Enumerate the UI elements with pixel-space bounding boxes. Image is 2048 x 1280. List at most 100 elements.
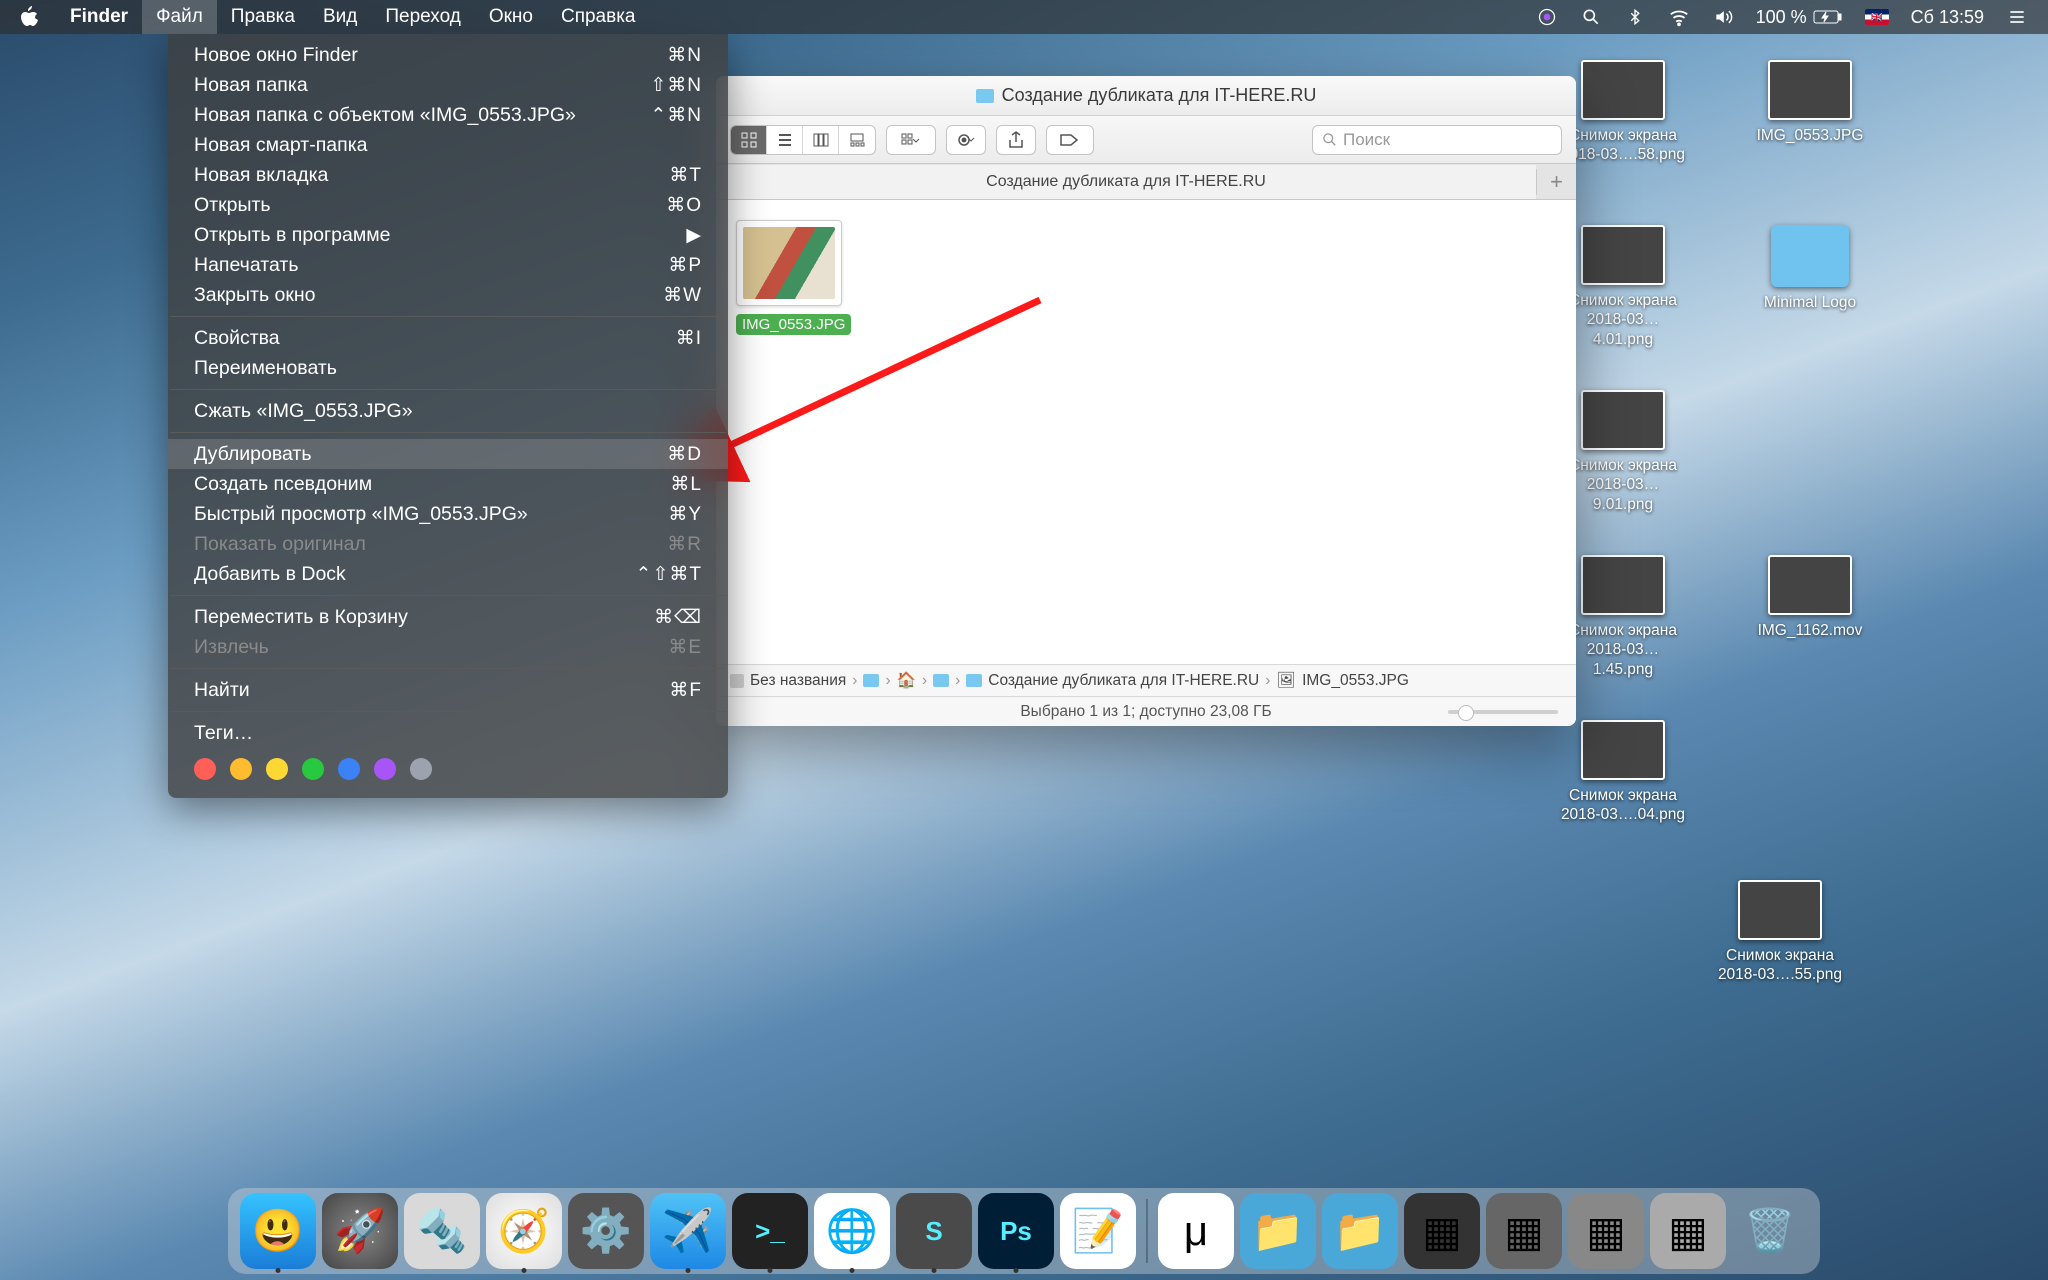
menu-item[interactable]: Быстрый просмотр «IMG_0553.JPG»⌘Y — [168, 499, 728, 529]
desktop-item[interactable]: Снимок экрана2018-03….55.png — [1715, 880, 1845, 985]
tags-button[interactable] — [1046, 125, 1094, 155]
new-tab-button[interactable]: + — [1536, 169, 1576, 195]
clock[interactable]: Сб 13:59 — [1911, 7, 1984, 28]
menu-item[interactable]: Новое окно Finder⌘N — [168, 40, 728, 70]
dock-folder1[interactable]: 📁 — [1240, 1193, 1316, 1269]
dock-stack3[interactable]: ▦ — [1650, 1193, 1726, 1269]
desktop-item[interactable]: IMG_1162.mov — [1745, 555, 1875, 640]
menu-item[interactable]: Закрыть окно⌘W — [168, 280, 728, 310]
tag-row — [168, 748, 728, 784]
dock-settings[interactable]: ⚙️ — [568, 1193, 644, 1269]
dock-drill[interactable]: 🔩 — [404, 1193, 480, 1269]
menu-Вид[interactable]: Вид — [309, 0, 371, 34]
dock-photoshop[interactable]: Ps — [978, 1193, 1054, 1269]
menu-item[interactable]: Создать псевдоним⌘L — [168, 469, 728, 499]
menu-item[interactable]: Новая папка⇧⌘N — [168, 70, 728, 100]
tab[interactable]: Создание дубликата для IT-HERE.RU — [716, 165, 1536, 199]
dock-safari[interactable]: 🧭 — [486, 1193, 562, 1269]
volume-icon[interactable] — [1712, 6, 1734, 28]
titlebar[interactable]: Создание дубликата для IT-HERE.RU — [716, 76, 1576, 116]
tag-color[interactable] — [302, 758, 324, 780]
dock-folder3[interactable]: ▦ — [1404, 1193, 1480, 1269]
view-list-button[interactable] — [767, 126, 803, 154]
dock-utorrent[interactable]: μ — [1158, 1193, 1234, 1269]
apple-icon[interactable] — [18, 5, 42, 29]
app-name[interactable]: Finder — [56, 6, 142, 28]
menubar: Finder ФайлПравкаВидПереходОкноСправка 1… — [0, 0, 2048, 34]
dock-terminal[interactable]: >_ — [732, 1193, 808, 1269]
battery-indicator[interactable]: 100 % — [1756, 7, 1843, 28]
menu-item[interactable]: Переименовать — [168, 353, 728, 383]
tag-color[interactable] — [194, 758, 216, 780]
menu-item[interactable]: Дублировать⌘D — [168, 439, 728, 469]
desktop-item[interactable]: IMG_0553.JPG — [1745, 60, 1875, 145]
siri-icon[interactable] — [1536, 6, 1558, 28]
search-placeholder: Поиск — [1343, 130, 1390, 150]
folder-icon — [976, 89, 994, 103]
dock-stack2[interactable]: ▦ — [1568, 1193, 1644, 1269]
menu-item[interactable]: Сжать «IMG_0553.JPG» — [168, 396, 728, 426]
dock-trash[interactable]: 🗑️ — [1732, 1193, 1808, 1269]
file-name[interactable]: IMG_0553.JPG — [736, 314, 851, 335]
tag-color[interactable] — [266, 758, 288, 780]
path-root[interactable]: Без названия — [750, 672, 846, 690]
dock-folder2[interactable]: 📁 — [1322, 1193, 1398, 1269]
path-folder[interactable]: Создание дубликата для IT-HERE.RU — [988, 672, 1259, 690]
desktop-item[interactable]: Снимок экрана2018-03…1.45.png — [1558, 555, 1688, 679]
status-bar: Выбрано 1 из 1; доступно 23,08 ГБ — [716, 696, 1576, 726]
desktop-item[interactable]: Снимок экрана2018-03….58.png — [1558, 60, 1688, 165]
lang-indicator[interactable]: 🇬🇧 — [1865, 9, 1889, 25]
zoom-slider[interactable] — [1448, 710, 1558, 714]
arrange-button[interactable] — [887, 126, 935, 154]
menu-item: Показать оригинал⌘R — [168, 529, 728, 559]
wifi-icon[interactable] — [1668, 6, 1690, 28]
menu-item[interactable]: Открыть⌘O — [168, 190, 728, 220]
tag-color[interactable] — [338, 758, 360, 780]
view-gallery-button[interactable] — [839, 126, 875, 154]
folder-icon — [933, 674, 949, 687]
menu-icon[interactable] — [2006, 6, 2028, 28]
tag-color[interactable] — [410, 758, 432, 780]
dock-textedit[interactable]: 📝 — [1060, 1193, 1136, 1269]
view-icons-button[interactable] — [731, 126, 767, 154]
dock-sublime[interactable]: S — [896, 1193, 972, 1269]
menu-Справка[interactable]: Справка — [547, 0, 650, 34]
bluetooth-icon[interactable] — [1624, 6, 1646, 28]
desktop-item[interactable]: Снимок экрана2018-03…4.01.png — [1558, 225, 1688, 349]
dock-telegram[interactable]: ✈️ — [650, 1193, 726, 1269]
menu-item[interactable]: Теги… — [168, 718, 728, 748]
menu-item[interactable]: Новая вкладка⌘T — [168, 160, 728, 190]
dock-finder[interactable]: 😃 — [240, 1193, 316, 1269]
path-file[interactable]: IMG_0553.JPG — [1302, 672, 1409, 690]
dock-stack1[interactable]: ▦ — [1486, 1193, 1562, 1269]
view-columns-button[interactable] — [803, 126, 839, 154]
desktop-item[interactable]: Снимок экрана2018-03….04.png — [1558, 720, 1688, 825]
tag-color[interactable] — [230, 758, 252, 780]
menu-item[interactable]: Найти⌘F — [168, 675, 728, 705]
dock-launchpad[interactable]: 🚀 — [322, 1193, 398, 1269]
menu-item[interactable]: Свойства⌘I — [168, 323, 728, 353]
desktop-item[interactable]: Снимок экрана2018-03…9.01.png — [1558, 390, 1688, 514]
menu-item[interactable]: Открыть в программе▶ — [168, 220, 728, 250]
file-item[interactable]: IMG_0553.JPG — [736, 220, 846, 335]
folder-icon — [966, 674, 982, 687]
dock-chrome[interactable]: 🌐 — [814, 1193, 890, 1269]
action-button[interactable] — [946, 125, 986, 155]
content-area[interactable]: IMG_0553.JPG — [716, 200, 1576, 664]
search-field[interactable]: Поиск — [1312, 125, 1562, 155]
menu-item[interactable]: Переместить в Корзину⌘⌫ — [168, 602, 728, 632]
file-thumbnail — [736, 220, 842, 306]
menu-item[interactable]: Напечатать⌘P — [168, 250, 728, 280]
menu-item[interactable]: Добавить в Dock⌃⇧⌘T — [168, 559, 728, 589]
menu-item[interactable]: Новая папка с объектом «IMG_0553.JPG»⌃⌘N — [168, 100, 728, 130]
menu-Файл[interactable]: Файл — [142, 0, 217, 34]
menu-item[interactable]: Новая смарт-папка — [168, 130, 728, 160]
menu-Окно[interactable]: Окно — [475, 0, 547, 34]
share-button[interactable] — [996, 125, 1036, 155]
search-icon[interactable] — [1580, 6, 1602, 28]
menu-Переход[interactable]: Переход — [371, 0, 474, 34]
tag-color[interactable] — [374, 758, 396, 780]
menu-Правка[interactable]: Правка — [217, 0, 309, 34]
desktop-item[interactable]: Minimal Logo — [1745, 225, 1875, 312]
view-mode-group — [730, 125, 876, 155]
